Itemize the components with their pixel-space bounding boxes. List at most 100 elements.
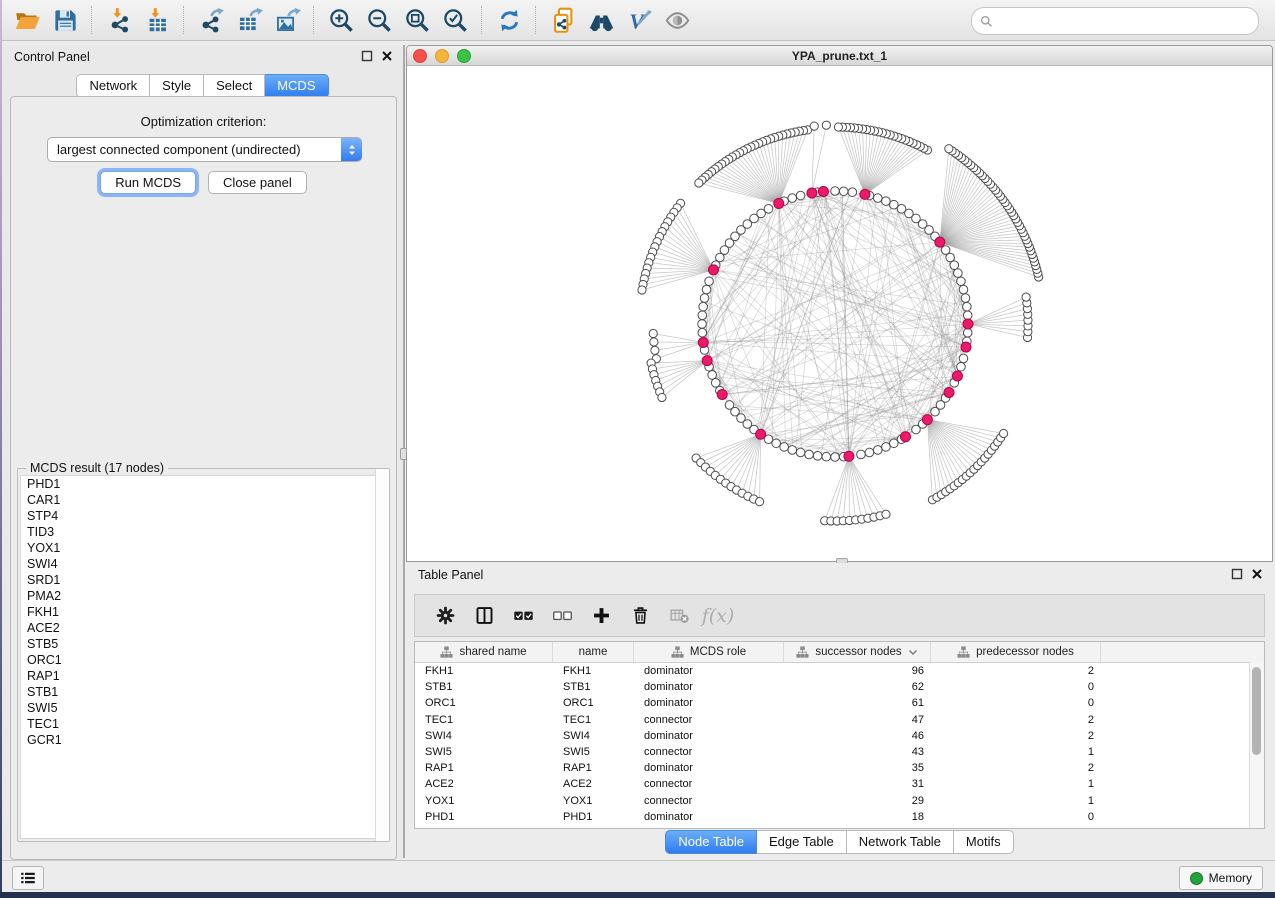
leaf-node[interactable] — [695, 179, 703, 187]
ring-node[interactable] — [796, 448, 805, 457]
cell[interactable]: 47 — [784, 714, 931, 726]
ring-node[interactable] — [873, 446, 882, 455]
scrollbar-thumb[interactable] — [1252, 667, 1261, 755]
ring-node[interactable] — [705, 277, 714, 286]
open-file-button[interactable] — [8, 3, 46, 37]
cell[interactable]: 1 — [931, 778, 1101, 790]
criterion-dropdown[interactable]: largest connected component (undirected) — [47, 137, 362, 162]
function-builder-button[interactable]: f(x) — [706, 604, 730, 628]
cell[interactable]: connector — [634, 746, 784, 758]
close-panel-icon[interactable] — [1251, 568, 1263, 580]
mcds-result-item[interactable]: STB1 — [21, 684, 386, 700]
cell[interactable]: dominator — [634, 665, 784, 677]
table-tab-network-table[interactable]: Network Table — [847, 830, 954, 854]
mcds-result-item[interactable]: PHD1 — [21, 476, 386, 492]
ring-node[interactable] — [702, 285, 711, 294]
cell[interactable]: connector — [634, 795, 784, 807]
memory-button[interactable]: Memory — [1179, 866, 1263, 890]
column-header-successor-nodes[interactable]: successor nodes — [784, 642, 931, 662]
ring-node[interactable] — [941, 246, 950, 255]
hub-node[interactable] — [961, 342, 971, 352]
leaf-node[interactable] — [755, 498, 763, 506]
table-row[interactable]: YOX1YOX1connector291 — [415, 793, 1264, 809]
ring-node[interactable] — [708, 371, 717, 380]
mcds-result-item[interactable]: RAP1 — [21, 668, 386, 684]
zoom-in-button[interactable] — [322, 3, 360, 37]
ring-node[interactable] — [890, 200, 899, 209]
table-row[interactable]: PHD1PHD1dominator180 — [415, 809, 1264, 825]
cell[interactable]: ACE2 — [553, 778, 634, 790]
cell[interactable]: PHD1 — [415, 811, 553, 823]
cell[interactable]: 0 — [931, 811, 1101, 823]
column-header-predecessor-nodes[interactable]: predecessor nodes — [931, 642, 1101, 662]
ring-node[interactable] — [822, 452, 831, 461]
hub-node[interactable] — [717, 389, 727, 399]
select-all-button[interactable] — [511, 604, 535, 628]
hub-node[interactable] — [860, 189, 870, 199]
cell[interactable]: RAP1 — [415, 762, 553, 774]
ring-node[interactable] — [963, 311, 972, 320]
table-row[interactable]: ACE2ACE2connector311 — [415, 776, 1264, 792]
table-options-button[interactable] — [433, 604, 457, 628]
cell[interactable]: ACE2 — [415, 778, 553, 790]
zoom-selected-button[interactable] — [436, 3, 474, 37]
table-tab-node-table[interactable]: Node Table — [665, 830, 757, 854]
mcds-result-item[interactable]: SWI4 — [21, 556, 386, 572]
hub-node[interactable] — [774, 198, 784, 208]
ring-node[interactable] — [848, 188, 857, 197]
cell[interactable]: SWI5 — [553, 746, 634, 758]
table-row[interactable]: SWI4SWI4dominator462 — [415, 728, 1264, 744]
leaf-node[interactable] — [1022, 293, 1030, 301]
ring-node[interactable] — [961, 294, 970, 303]
cell[interactable]: FKH1 — [415, 665, 553, 677]
cell[interactable]: YOX1 — [415, 795, 553, 807]
ring-node[interactable] — [873, 194, 882, 203]
ring-node[interactable] — [780, 443, 789, 452]
export-image-button[interactable] — [268, 3, 306, 37]
cell[interactable]: 2 — [931, 714, 1101, 726]
cell[interactable]: 46 — [784, 730, 931, 742]
cell[interactable]: 1 — [931, 795, 1101, 807]
ring-node[interactable] — [698, 328, 707, 337]
cell[interactable]: 2 — [931, 762, 1101, 774]
cell[interactable]: dominator — [634, 681, 784, 693]
ring-node[interactable] — [882, 443, 891, 452]
mcds-result-item[interactable]: FKH1 — [21, 604, 386, 620]
ring-node[interactable] — [796, 191, 805, 200]
close-panel-icon[interactable] — [381, 50, 393, 62]
mcds-result-item[interactable]: SWI5 — [21, 700, 386, 716]
ring-node[interactable] — [788, 194, 797, 203]
ring-node[interactable] — [954, 269, 963, 278]
cell[interactable]: SWI4 — [415, 730, 553, 742]
search-network-button[interactable] — [582, 3, 620, 37]
hub-node[interactable] — [708, 265, 718, 275]
show-columns-button[interactable] — [472, 604, 496, 628]
tab-network[interactable]: Network — [76, 74, 150, 98]
cell[interactable]: dominator — [634, 762, 784, 774]
cell[interactable]: SWI5 — [415, 746, 553, 758]
column-header-shared-name[interactable]: shared name — [415, 642, 553, 662]
tab-style[interactable]: Style — [150, 74, 204, 98]
close-panel-button[interactable]: Close panel — [208, 171, 307, 194]
leaf-node[interactable] — [638, 286, 646, 294]
table-row[interactable]: STB1STB1dominator620 — [415, 679, 1264, 695]
column-header-mcds-role[interactable]: MCDS role — [634, 642, 784, 662]
leaf-node[interactable] — [822, 121, 830, 129]
mcds-result-item[interactable]: TEC1 — [21, 716, 386, 732]
hub-node[interactable] — [818, 187, 828, 197]
ring-node[interactable] — [805, 450, 814, 459]
cell[interactable]: 35 — [784, 762, 931, 774]
ring-node[interactable] — [959, 285, 968, 294]
mcds-result-item[interactable]: STP4 — [21, 508, 386, 524]
zoom-out-button[interactable] — [360, 3, 398, 37]
delete-table-button[interactable] — [667, 604, 691, 628]
export-network-button[interactable] — [192, 3, 230, 37]
import-network-button[interactable] — [100, 3, 138, 37]
cell[interactable]: 2 — [931, 665, 1101, 677]
share-document-button[interactable] — [544, 3, 582, 37]
cell[interactable]: 62 — [784, 681, 931, 693]
mcds-result-item[interactable]: GCR1 — [21, 732, 386, 748]
leaf-node[interactable] — [834, 123, 842, 131]
mcds-result-list[interactable]: PHD1CAR1STP4TID3YOX1SWI4SRD1PMA2FKH1ACE2… — [20, 475, 387, 839]
ring-node[interactable] — [700, 294, 709, 303]
